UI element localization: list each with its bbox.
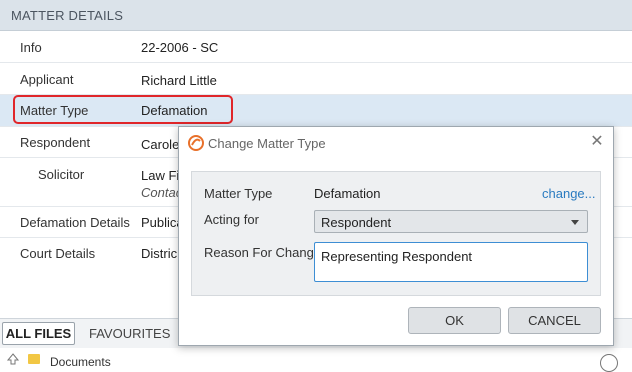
detail-value: 22-2006 - SC <box>141 40 219 55</box>
matter-type-value: Defamation <box>314 186 381 201</box>
chevron-down-icon <box>571 220 579 225</box>
close-icon[interactable]: ✕ <box>589 134 605 150</box>
reason-label: Reason For Change <box>204 245 322 260</box>
file-list: Documents <box>0 348 632 372</box>
app-logo-icon <box>188 135 204 151</box>
detail-label: Defamation Details <box>20 215 130 230</box>
folder-label[interactable]: Documents <box>50 355 111 369</box>
dialog-title: Change Matter Type <box>208 136 326 151</box>
matter-type-label: Matter Type <box>204 186 273 201</box>
matter-details-header: MATTER DETAILS <box>0 0 632 31</box>
detail-label: Solicitor <box>38 167 85 182</box>
acting-for-select[interactable]: Respondent <box>314 210 588 233</box>
dialog-form-panel: Matter Type Defamation change... Acting … <box>191 171 601 296</box>
up-arrow-icon[interactable] <box>6 353 20 365</box>
change-link[interactable]: change... <box>542 186 596 201</box>
acting-for-label: Acting for <box>204 212 259 227</box>
matter-type-highlight <box>13 95 233 124</box>
acting-for-selected: Respondent <box>321 215 392 230</box>
folder-icon <box>28 354 40 364</box>
help-icon[interactable] <box>600 354 618 372</box>
reason-input[interactable]: Representing Respondent <box>314 242 588 282</box>
detail-label: Court Details <box>20 246 96 261</box>
reason-text: Representing Respondent <box>321 249 473 264</box>
tab-favourites[interactable]: FAVOURITES <box>89 326 170 341</box>
detail-value: Distric <box>141 246 178 261</box>
detail-label: Info <box>20 40 42 55</box>
detail-row-info[interactable]: Info 22-2006 - SC <box>0 31 632 63</box>
detail-value: Carole <box>141 137 180 152</box>
detail-subvalue: Contac <box>141 185 183 200</box>
detail-value: Law Fi <box>141 168 180 183</box>
matter-details-title: MATTER DETAILS <box>11 8 124 23</box>
dialog-titlebar: Change Matter Type ✕ <box>179 127 613 159</box>
ok-button[interactable]: OK <box>408 307 501 334</box>
detail-row-applicant[interactable]: Applicant Richard Little <box>0 63 632 95</box>
cancel-button[interactable]: CANCEL <box>508 307 601 334</box>
detail-label: Respondent <box>20 135 91 150</box>
detail-value: Richard Little <box>141 73 217 88</box>
detail-label: Applicant <box>20 72 74 87</box>
tab-all-files[interactable]: ALL FILES <box>2 322 75 345</box>
change-matter-type-dialog: Change Matter Type ✕ Matter Type Defamat… <box>178 126 614 346</box>
